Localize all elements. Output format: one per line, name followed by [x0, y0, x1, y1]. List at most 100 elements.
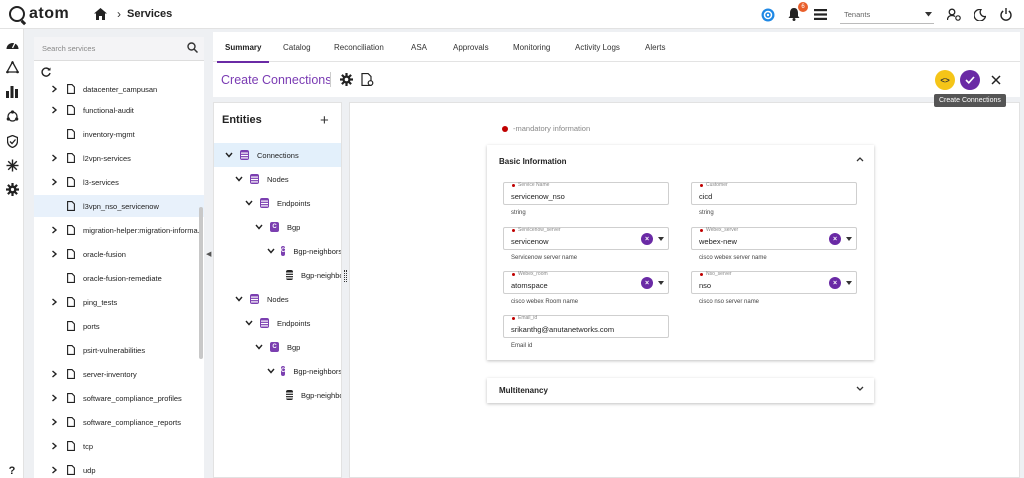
field-service-name[interactable]: Service Name servicenow_nso [503, 182, 669, 205]
chevron-down-icon[interactable] [267, 248, 275, 254]
entity-node[interactable]: C Bgp [214, 215, 341, 239]
services-search[interactable]: Search services [34, 37, 204, 61]
service-item[interactable]: migration-helper:migration-informa... [34, 219, 204, 241]
tab-approvals[interactable]: Approvals [453, 32, 489, 62]
chevron-right-icon[interactable] [51, 442, 59, 450]
service-item[interactable]: functional-audit [34, 99, 204, 121]
workflow-icon[interactable] [5, 158, 19, 172]
tab-alerts[interactable]: Alerts [645, 32, 665, 62]
chevron-right-icon[interactable] [51, 370, 59, 378]
tab-asa[interactable]: ASA [411, 32, 427, 62]
chevron-down-icon[interactable] [244, 320, 254, 326]
service-item[interactable]: inventory-mgmt [34, 123, 204, 145]
entity-node[interactable]: Nodes [214, 287, 341, 311]
entity-node[interactable]: C Bgp-neighbors [214, 239, 341, 263]
service-item[interactable]: udp [34, 459, 204, 478]
search-input[interactable]: Search services [42, 44, 95, 53]
field-value[interactable]: cicd [699, 192, 712, 201]
notification-bell-icon[interactable]: 6 [786, 1, 808, 23]
field-webex-server[interactable]: Webex_server webex-new × [691, 227, 857, 250]
chevron-right-icon[interactable] [51, 178, 59, 186]
entity-node[interactable]: Endpoints [214, 311, 341, 335]
document-settings-icon[interactable] [361, 72, 374, 87]
settings-gear-icon[interactable] [5, 182, 19, 196]
chevron-down-icon[interactable] [224, 152, 234, 158]
field-webex-room[interactable]: Webex_room atomspace × [503, 271, 669, 294]
service-item[interactable]: server-inventory [34, 363, 204, 385]
service-item[interactable]: l3-services [34, 171, 204, 193]
service-item[interactable]: ping_tests [34, 291, 204, 313]
close-icon[interactable] [989, 73, 1003, 87]
field-servicenow-server[interactable]: Servicenow_server servicenow × [503, 227, 669, 250]
analytics-icon[interactable] [5, 85, 19, 99]
dropdown-caret-icon[interactable] [658, 237, 664, 241]
app-logo[interactable]: atom [9, 5, 89, 23]
tab-activity-logs[interactable]: Activity Logs [575, 32, 620, 62]
service-item[interactable]: oracle-fusion-remediate [34, 267, 204, 289]
entity-node[interactable]: Bgp-neighbor [214, 263, 341, 287]
services-scrollbar[interactable] [199, 207, 203, 359]
chevron-right-icon[interactable] [51, 154, 59, 162]
field-value[interactable]: webex-new [699, 237, 737, 246]
entity-node[interactable]: Nodes [214, 167, 341, 191]
chevron-right-icon[interactable] [51, 85, 59, 93]
service-item[interactable]: software_compliance_profiles [34, 387, 204, 409]
entity-node[interactable]: C Bgp-neighbors [214, 359, 341, 383]
refresh-icon[interactable] [41, 67, 51, 77]
chevron-right-icon[interactable] [51, 106, 59, 114]
tab-reconciliation[interactable]: Reconciliation [334, 32, 384, 62]
clear-icon[interactable]: × [641, 233, 653, 245]
service-item[interactable]: l2vpn-services [34, 147, 204, 169]
dropdown-caret-icon[interactable] [846, 237, 852, 241]
chevron-right-icon[interactable] [51, 418, 59, 426]
chevron-down-icon[interactable] [254, 344, 264, 350]
view-code-button[interactable]: <> [935, 70, 955, 90]
entity-node[interactable]: Connections [214, 143, 341, 167]
tab-summary[interactable]: Summary [216, 32, 271, 63]
help-icon[interactable]: ? [5, 464, 19, 478]
chevron-right-icon[interactable] [51, 250, 59, 258]
add-entity-button[interactable]: + [320, 112, 329, 129]
field-value[interactable]: nso [699, 281, 711, 290]
chevron-down-icon[interactable] [234, 296, 244, 302]
topology-icon[interactable] [5, 109, 19, 123]
chevron-down-icon[interactable] [267, 368, 275, 374]
security-shield-icon[interactable] [5, 134, 19, 148]
field-nso-server[interactable]: Nso_server nso × [691, 271, 857, 294]
sync-status-icon[interactable] [760, 7, 776, 23]
tab-catalog[interactable]: Catalog [283, 32, 311, 62]
multitenancy-title[interactable]: Multitenancy [499, 386, 548, 395]
service-item[interactable]: software_compliance_reports [34, 411, 204, 433]
clear-icon[interactable]: × [829, 233, 841, 245]
chevron-right-icon[interactable] [51, 298, 59, 306]
chevron-right-icon[interactable] [51, 226, 59, 234]
service-item[interactable]: tcp [34, 435, 204, 457]
service-item[interactable]: datacenter_campusan [34, 79, 204, 100]
entity-node[interactable]: Endpoints [214, 191, 341, 215]
dropdown-caret-icon[interactable] [658, 281, 664, 285]
panel-resize-handle[interactable] [344, 270, 347, 282]
gear-icon[interactable] [340, 73, 353, 86]
basic-information-title[interactable]: Basic Information [499, 157, 567, 166]
power-icon[interactable] [998, 7, 1014, 23]
dashboard-icon[interactable] [5, 37, 19, 51]
tab-monitoring[interactable]: Monitoring [513, 32, 550, 62]
entity-node[interactable]: Bgp-neighbor [214, 383, 341, 407]
field-value[interactable]: servicenow [511, 237, 549, 246]
resources-icon[interactable] [5, 60, 19, 74]
chevron-down-icon[interactable] [856, 384, 864, 394]
field-value[interactable]: servicenow_nso [511, 192, 565, 201]
list-menu-icon[interactable] [812, 7, 828, 23]
field-value[interactable]: srikanthg@anutanetworks.com [511, 325, 614, 334]
field-customer[interactable]: Customer cicd [691, 182, 857, 205]
user-settings-icon[interactable] [946, 7, 962, 23]
chevron-right-icon[interactable] [51, 394, 59, 402]
tenant-select[interactable]: Tenants [840, 6, 934, 24]
dropdown-caret-icon[interactable] [846, 281, 852, 285]
breadcrumb-services[interactable]: Services [127, 8, 172, 20]
field-email-id[interactable]: Email_id srikanthg@anutanetworks.com [503, 315, 669, 338]
clear-icon[interactable]: × [829, 277, 841, 289]
entity-node[interactable]: C Bgp [214, 335, 341, 359]
service-item[interactable]: l3vpn_nso_servicenow [34, 195, 204, 217]
chevron-down-icon[interactable] [234, 176, 244, 182]
